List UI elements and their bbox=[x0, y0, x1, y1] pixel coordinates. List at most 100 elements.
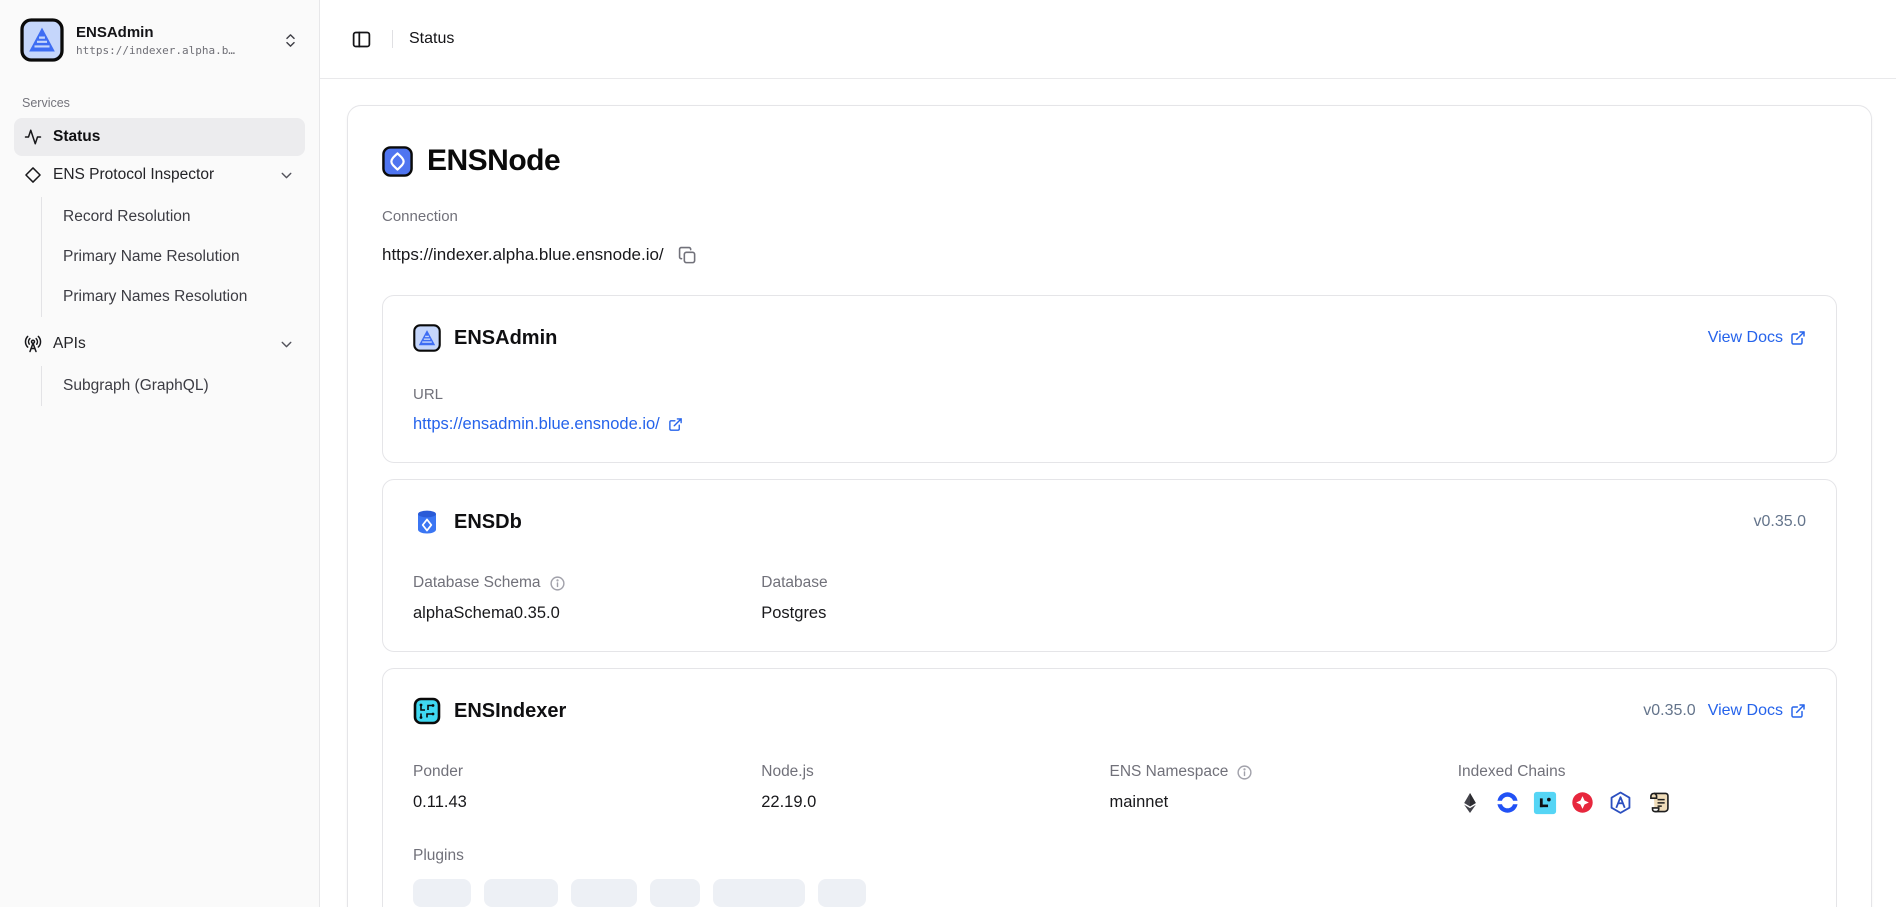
field-database: Database Postgres bbox=[761, 574, 1109, 623]
ensindexer-card-header: ENSIndexer v0.35.0 View Docs bbox=[413, 697, 1806, 725]
chain-scroll-icon bbox=[1646, 790, 1671, 815]
sidebar-item-ens-protocol-inspector[interactable]: ENS Protocol Inspector bbox=[14, 156, 305, 194]
ensadmin-view-docs-link[interactable]: View Docs bbox=[1708, 329, 1806, 347]
topbar-divider bbox=[392, 30, 393, 48]
info-icon[interactable] bbox=[1236, 764, 1253, 781]
chain-ethereum-icon bbox=[1458, 791, 1482, 815]
field-label-row: ENS Namespace bbox=[1110, 763, 1458, 781]
ensadmin-url-text: https://ensadmin.blue.ensnode.io/ bbox=[413, 415, 660, 434]
field-label-row: Database Schema bbox=[413, 574, 761, 592]
ensadmin-card: ENSAdmin View Docs URL https://ensadmin.… bbox=[382, 295, 1837, 463]
external-link-icon bbox=[1790, 703, 1806, 719]
ensdb-card: ENSDb v0.35.0 Database Schema alphaSchema… bbox=[382, 479, 1837, 652]
plugin-chip bbox=[713, 879, 805, 907]
external-link-icon bbox=[668, 417, 683, 432]
chain-linea-icon bbox=[1533, 791, 1557, 815]
field-label: Node.js bbox=[761, 763, 814, 781]
copy-icon[interactable] bbox=[678, 246, 697, 265]
ensdb-card-icon bbox=[413, 508, 441, 536]
external-link-icon bbox=[1790, 330, 1806, 346]
chain-arbitrum-icon bbox=[1608, 790, 1633, 815]
main-area: Status ENSNode Connection https://indexe… bbox=[320, 0, 1896, 907]
ensindexer-version: v0.35.0 bbox=[1643, 702, 1695, 720]
breadcrumb: Status bbox=[409, 30, 454, 48]
chevron-down-icon bbox=[278, 336, 295, 353]
field-label: Database bbox=[761, 574, 827, 592]
chevron-down-icon bbox=[278, 167, 295, 184]
field-label: Database Schema bbox=[413, 574, 541, 592]
field-ponder: Ponder 0.11.43 bbox=[413, 763, 761, 815]
ensadmin-url-link[interactable]: https://ensadmin.blue.ensnode.io/ bbox=[413, 415, 683, 434]
sidebar-item-label: APIs bbox=[53, 335, 86, 353]
info-icon[interactable] bbox=[549, 575, 566, 592]
ensadmin-card-actions: View Docs bbox=[1708, 329, 1806, 347]
sidebar-item-apis[interactable]: APIs bbox=[14, 325, 305, 363]
field-label-row: Database bbox=[761, 574, 1109, 592]
ensdb-card-header: ENSDb v0.35.0 bbox=[413, 508, 1806, 536]
page-content: ENSNode Connection https://indexer.alpha… bbox=[320, 79, 1896, 907]
sidebar-item-label: ENS Protocol Inspector bbox=[53, 166, 214, 184]
plugins-block: Plugins bbox=[413, 847, 1806, 907]
ensdb-fields: Database Schema alphaSchema0.35.0Database… bbox=[413, 574, 1806, 623]
ensnode-logo-icon bbox=[382, 146, 413, 177]
ensadmin-card-title: ENSAdmin bbox=[454, 327, 557, 350]
sidebar-sublist-apis: Subgraph (GraphQL) bbox=[41, 366, 305, 406]
plugins-label: Plugins bbox=[413, 847, 464, 865]
topbar: Status bbox=[320, 0, 1896, 79]
ensdb-card-title: ENSDb bbox=[454, 511, 522, 534]
field-node-js: Node.js22.19.0 bbox=[761, 763, 1109, 815]
sidebar-sublist-ens-protocol-inspector: Record ResolutionPrimary Name Resolution… bbox=[41, 197, 305, 317]
view-docs-label: View Docs bbox=[1708, 702, 1783, 720]
page-title: ENSNode bbox=[427, 144, 560, 178]
indexed-chains-row bbox=[1458, 790, 1806, 815]
sidebar-item-primary-name-resolution[interactable]: Primary Name Resolution bbox=[42, 237, 305, 277]
connection-switcher[interactable]: ENSAdmin https://indexer.alpha.b… bbox=[14, 10, 305, 70]
sidebar-app-title: ENSAdmin bbox=[76, 24, 235, 41]
ensindexer-fields: Ponder 0.11.43Node.js22.19.0ENS Namespace… bbox=[413, 763, 1806, 815]
connection-row: https://indexer.alpha.blue.ensnode.io/ bbox=[382, 245, 1837, 265]
chain-base-icon bbox=[1495, 790, 1520, 815]
field-value: 0.11.43 bbox=[413, 793, 761, 812]
sidebar-toggle-button[interactable] bbox=[346, 24, 376, 54]
ensadmin-logo-icon bbox=[20, 18, 64, 62]
plugins-chips-row bbox=[413, 879, 1806, 907]
chevrons-up-down-icon bbox=[282, 32, 299, 49]
field-database-schema: Database Schema alphaSchema0.35.0 bbox=[413, 574, 761, 623]
field-ens-namespace: ENS Namespace mainnet bbox=[1110, 763, 1458, 815]
url-label: URL bbox=[413, 386, 1806, 403]
ensadmin-card-header: ENSAdmin View Docs bbox=[413, 324, 1806, 352]
field-value: mainnet bbox=[1110, 793, 1458, 812]
ensadmin-card-icon bbox=[413, 324, 441, 352]
sidebar-nav: Status ENS Protocol Inspector Record Resol… bbox=[14, 118, 305, 406]
field-value: Postgres bbox=[761, 604, 1109, 623]
plugin-chip bbox=[484, 879, 558, 907]
field-label: ENS Namespace bbox=[1110, 763, 1229, 781]
sidebar-item-subgraph-graphql[interactable]: Subgraph (GraphQL) bbox=[42, 366, 305, 406]
chain-optimism-icon bbox=[1570, 790, 1595, 815]
plugin-chip bbox=[818, 879, 866, 907]
field-label-row: Indexed Chains bbox=[1458, 763, 1806, 781]
sidebar-item-status[interactable]: Status bbox=[14, 118, 305, 156]
field-value: alphaSchema0.35.0 bbox=[413, 604, 761, 623]
view-docs-label: View Docs bbox=[1708, 329, 1783, 347]
ensdb-version: v0.35.0 bbox=[1754, 513, 1806, 531]
plugin-chip bbox=[413, 879, 471, 907]
ensnode-status-card: ENSNode Connection https://indexer.alpha… bbox=[347, 105, 1872, 907]
ensindexer-view-docs-link[interactable]: View Docs bbox=[1708, 702, 1806, 720]
services-section-label: Services bbox=[22, 96, 297, 110]
field-label-row: Node.js bbox=[761, 763, 1109, 781]
sidebar-item-record-resolution[interactable]: Record Resolution bbox=[42, 197, 305, 237]
plugin-chip bbox=[650, 879, 700, 907]
field-label: Ponder bbox=[413, 763, 463, 781]
sidebar-item-primary-names-resolution[interactable]: Primary Names Resolution bbox=[42, 277, 305, 317]
ensindexer-card-actions: v0.35.0 View Docs bbox=[1643, 702, 1806, 720]
ensindexer-card-title: ENSIndexer bbox=[454, 700, 566, 723]
diamond-icon bbox=[24, 166, 42, 184]
sidebar-item-label: Status bbox=[53, 128, 100, 146]
ensindexer-card: ENSIndexer v0.35.0 View Docs Ponder 0.11.… bbox=[382, 668, 1837, 907]
connection-url: https://indexer.alpha.blue.ensnode.io/ bbox=[382, 245, 664, 265]
connection-info: ENSAdmin https://indexer.alpha.b… bbox=[76, 24, 235, 57]
plugin-chip bbox=[571, 879, 637, 907]
page-title-row: ENSNode bbox=[382, 144, 1837, 178]
field-label: Indexed Chains bbox=[1458, 763, 1566, 781]
